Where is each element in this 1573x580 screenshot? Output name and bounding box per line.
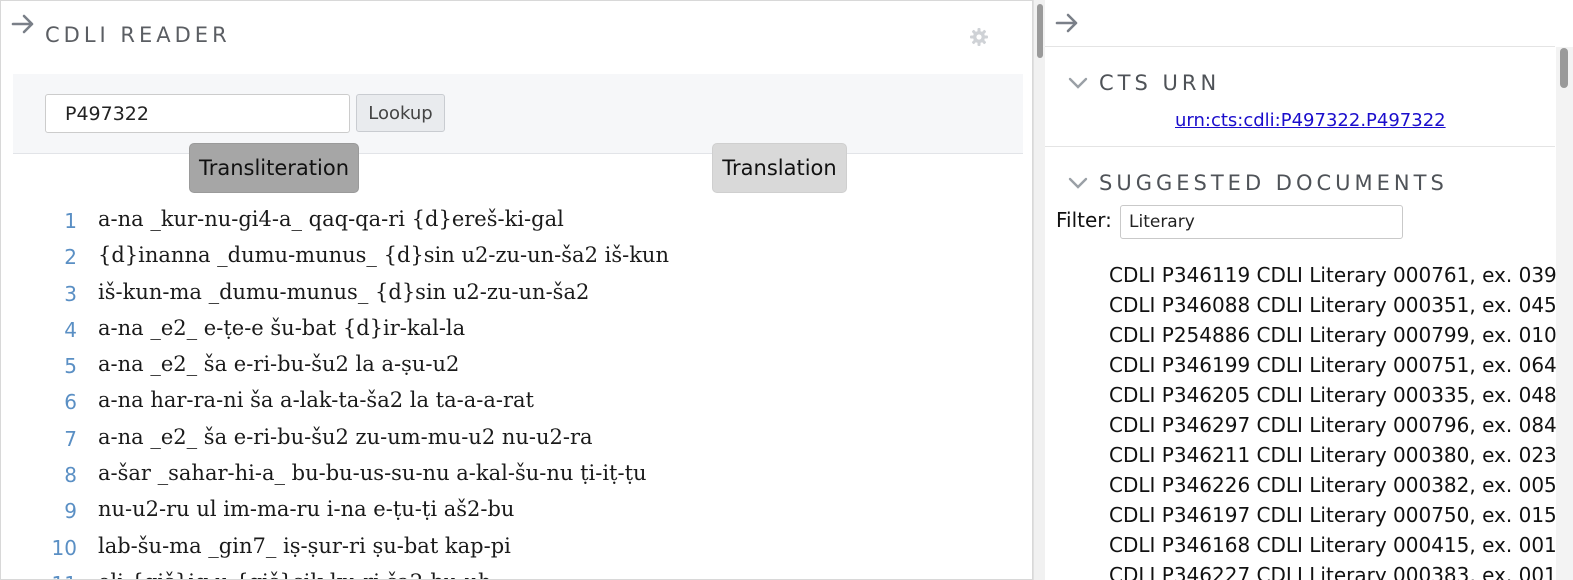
- section-divider: [1045, 146, 1555, 147]
- app-title: CDLI READER: [45, 23, 231, 47]
- text-line: 4 a-na _e2_ e-ṭe-e šu-bat {d}ir-kal-la: [1, 313, 1021, 349]
- tab-transliteration[interactable]: Transliteration: [189, 143, 359, 193]
- text-line: 8 a-šar _sahar-hi-a_ bu-bu-us-su-nu a-kal…: [1, 458, 1021, 494]
- suggested-document-item[interactable]: CDLI P346211 CDLI Literary 000380, ex. 0…: [1109, 440, 1557, 470]
- suggested-document-item[interactable]: CDLI P346168 CDLI Literary 000415, ex. 0…: [1109, 530, 1557, 560]
- suggested-document-item[interactable]: CDLI P346197 CDLI Literary 000750, ex. 0…: [1109, 500, 1557, 530]
- tab-translation[interactable]: Translation: [712, 143, 847, 193]
- gear-icon[interactable]: [969, 27, 989, 47]
- chevron-down-icon: [1068, 77, 1088, 89]
- side-panel-scrollbar[interactable]: [1556, 47, 1573, 580]
- text-line: 3 iš-kun-ma _dumu-munus_ {d}sin u2-zu-un-…: [1, 277, 1021, 313]
- search-input[interactable]: [45, 94, 350, 133]
- line-number: 3: [64, 281, 77, 306]
- reader-scrollbar[interactable]: [1033, 0, 1045, 580]
- line-number: 7: [64, 426, 77, 451]
- filter-label: Filter:: [1056, 208, 1112, 232]
- cts-urn-link[interactable]: urn:cts:cdli:P497322.P497322: [1175, 110, 1446, 131]
- text-line: 1 a-na _kur-nu-gi4-a_ qaq-qa-ri {d}ereš-k…: [1, 204, 1021, 240]
- side-panel-header: [1045, 0, 1555, 47]
- suggested-section-toggle[interactable]: SUGGESTED DOCUMENTS: [1067, 171, 1448, 195]
- suggested-document-item[interactable]: CDLI P346226 CDLI Literary 000382, ex. 0…: [1109, 470, 1557, 500]
- line-number: 10: [51, 535, 77, 560]
- filter-input[interactable]: [1120, 205, 1403, 239]
- line-text: a-šar _sahar-hi-a_ bu-bu-us-su-nu a-kal-…: [98, 461, 647, 486]
- suggested-document-item[interactable]: CDLI P346119 CDLI Literary 000761, ex. 0…: [1109, 260, 1557, 290]
- side-panel: CTS URN urn:cts:cdli:P497322.P497322 SUG…: [1045, 0, 1573, 580]
- text-line: 9 nu-u2-ru ul im-ma-ru i-na e-ṭu-ṭi aš2-b…: [1, 494, 1021, 530]
- suggested-document-item[interactable]: CDLI P346297 CDLI Literary 000796, ex. 0…: [1109, 410, 1557, 440]
- text-line: 10 lab-šu-ma _gin7_ iṣ-ṣur-ri ṣu-bat kap-…: [1, 531, 1021, 567]
- text-line: 7 a-na _e2_ ša e-ri-bu-šu2 zu-um-mu-u2 nu…: [1, 422, 1021, 458]
- transliteration-lines: 1 a-na _kur-nu-gi4-a_ qaq-qa-ri {d}ereš-k…: [1, 204, 1021, 579]
- line-text: a-na _kur-nu-gi4-a_ qaq-qa-ri {d}ereš-ki…: [98, 207, 564, 231]
- line-number: 4: [64, 317, 77, 342]
- line-number: 1: [64, 209, 77, 233]
- line-text: nu-u2-ru ul im-ma-ru i-na e-ṭu-ṭi aš2-bu: [98, 497, 515, 522]
- line-text: a-na _e2_ e-ṭe-e šu-bat {d}ir-kal-la: [98, 315, 466, 340]
- scrollbar-thumb[interactable]: [1560, 48, 1568, 88]
- section-title-suggested: SUGGESTED DOCUMENTS: [1099, 171, 1448, 195]
- line-text: lab-šu-ma _gin7_ iṣ-ṣur-ri ṣu-bat kap-pi: [98, 533, 511, 558]
- suggested-documents-list: CDLI P346119 CDLI Literary 000761, ex. 0…: [1109, 260, 1557, 580]
- lookup-button[interactable]: Lookup: [356, 94, 445, 132]
- reader-pane: CDLI READER Lookup Transliteration Trans…: [0, 0, 1033, 580]
- line-text: iš-kun-ma _dumu-munus_ {d}sin u2-zu-un-š…: [98, 279, 590, 304]
- line-number: 11: [1, 572, 77, 579]
- section-title-cts-urn: CTS URN: [1099, 71, 1221, 95]
- suggested-document-item[interactable]: CDLI P346199 CDLI Literary 000751, ex. 0…: [1109, 350, 1557, 380]
- line-number: 8: [64, 463, 77, 488]
- line-number: 9: [64, 499, 77, 524]
- text-line: 5 a-na _e2_ ša e-ri-bu-šu2 la a-ṣu-u2: [1, 349, 1021, 385]
- line-text: a-na _e2_ ša e-ri-bu-šu2 la a-ṣu-u2: [98, 352, 460, 377]
- line-text: eli {giš}ig u {giš}sik-ku-ri ša2-bu-uh: [98, 570, 491, 579]
- line-text: {d}inanna _dumu-munus_ {d}sin u2-zu-un-š…: [98, 243, 669, 268]
- line-number: 5: [64, 354, 77, 379]
- line-text: a-na har-ra-ni ša a-lak-ta-ša2 la ta-a-a…: [98, 388, 534, 413]
- line-number: 2: [64, 245, 77, 270]
- suggested-document-item[interactable]: CDLI P346205 CDLI Literary 000335, ex. 0…: [1109, 380, 1557, 410]
- scrollbar-thumb[interactable]: [1037, 4, 1043, 58]
- suggested-document-item[interactable]: CDLI P254886 CDLI Literary 000799, ex. 0…: [1109, 320, 1557, 350]
- line-number: 6: [64, 390, 77, 415]
- text-line: 2 {d}inanna _dumu-munus_ {d}sin u2-zu-un-…: [1, 240, 1021, 276]
- arrow-right-icon[interactable]: [11, 11, 37, 37]
- search-bar: Lookup: [13, 74, 1023, 154]
- cts-urn-section-toggle[interactable]: CTS URN: [1067, 71, 1220, 95]
- chevron-down-icon: [1068, 177, 1088, 189]
- suggested-document-item[interactable]: CDLI P346227 CDLI Literary 000383, ex. 0…: [1109, 560, 1557, 580]
- line-text: a-na _e2_ ša e-ri-bu-šu2 zu-um-mu-u2 nu-…: [98, 424, 593, 449]
- text-line: 11 eli {giš}ig u {giš}sik-ku-ri ša2-bu-uh: [1, 567, 1021, 579]
- text-line: 6 a-na har-ra-ni ša a-lak-ta-ša2 la ta-a-…: [1, 385, 1021, 421]
- arrow-right-icon[interactable]: [1055, 10, 1081, 36]
- suggested-document-item[interactable]: CDLI P346088 CDLI Literary 000351, ex. 0…: [1109, 290, 1557, 320]
